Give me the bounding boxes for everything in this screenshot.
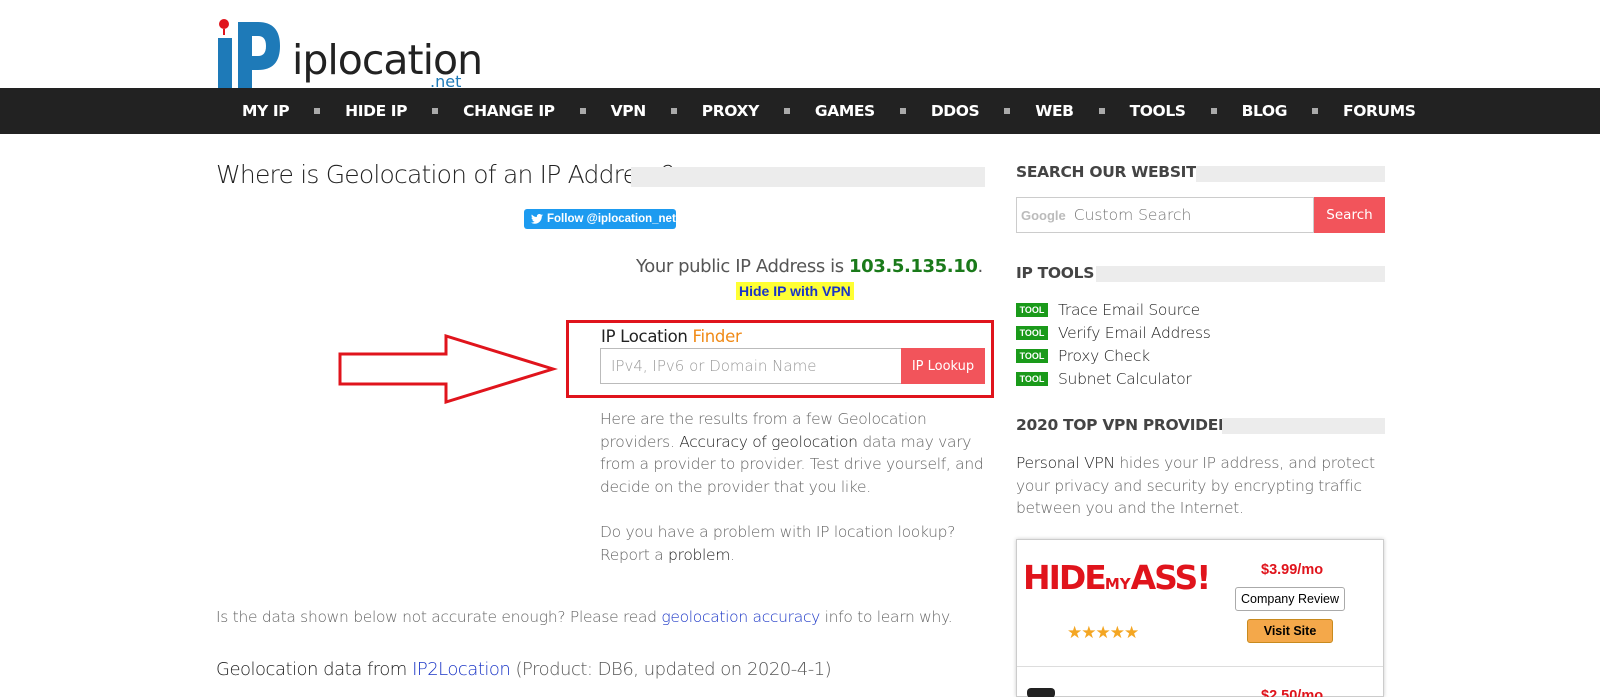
nav-change-ip[interactable]: CHANGE IP	[463, 102, 555, 120]
public-ip-value: 103.5.135.10	[849, 256, 978, 277]
vpn-providers-heading: 2020 TOP VPN PROVIDERS	[1016, 416, 1241, 434]
twitter-bird-icon	[531, 214, 543, 224]
problem-text-1: Do you have a problem with IP location l…	[600, 523, 956, 564]
nav-games[interactable]: GAMES	[815, 102, 875, 120]
tool-subnet-calculator-link[interactable]: Subnet Calculator	[1058, 370, 1192, 388]
main-navbar: MY IP HIDE IP CHANGE IP VPN PROXY GAMES …	[0, 88, 1600, 134]
nav-vpn[interactable]: VPN	[611, 102, 647, 120]
search-heading-bar	[1196, 166, 1385, 182]
personal-vpn-link[interactable]: Personal VPN	[1016, 454, 1115, 472]
nav-separator	[314, 108, 321, 114]
google-logo-icon: Google	[1021, 207, 1066, 223]
nav-separator	[899, 108, 906, 114]
tool-proxy-check-link[interactable]: Proxy Check	[1058, 347, 1150, 365]
public-ip-line: Your public IP Address is 103.5.135.10.	[636, 256, 983, 277]
problem-text-2: .	[730, 545, 735, 564]
ip-tools-heading: IP TOOLS	[1016, 264, 1095, 282]
report-problem-link[interactable]: problem	[668, 546, 730, 564]
ip-tools-heading-bar	[1096, 266, 1385, 282]
results-description: Here are the results from a few Geolocat…	[600, 408, 992, 499]
tool-trace-email-link[interactable]: Trace Email Source	[1058, 301, 1200, 319]
nav-separator	[1210, 108, 1217, 114]
geolocation-source-heading: Geolocation data from IP2Location (Produ…	[216, 659, 832, 680]
geolocation-accuracy-link[interactable]: geolocation accuracy	[661, 608, 820, 626]
nav-blog[interactable]: BLOG	[1242, 102, 1288, 120]
list-item: TOOL Subnet Calculator	[1016, 367, 1211, 390]
nav-separator	[1098, 108, 1105, 114]
ip2location-link[interactable]: IP2Location	[412, 659, 511, 680]
ip-lookup-input[interactable]	[600, 348, 902, 384]
list-item: TOOL Proxy Check	[1016, 344, 1211, 367]
nav-my-ip[interactable]: MY IP	[242, 102, 290, 120]
vpn-description: Personal VPN hides your IP address, and …	[1016, 452, 1386, 520]
hma-logo-part-3: ASS!	[1130, 558, 1212, 597]
tool-badge: TOOL	[1016, 302, 1048, 317]
nav-ddos[interactable]: DDOS	[931, 102, 980, 120]
nav-forums[interactable]: FORUMS	[1343, 102, 1416, 120]
accuracy-text-2: info to learn why.	[820, 608, 953, 626]
geo-text-2: (Product: DB6, updated on 2020-4-1)	[510, 659, 832, 680]
finder-label: IP Location Finder	[601, 327, 742, 346]
nav-tools[interactable]: TOOLS	[1130, 102, 1186, 120]
ip-logo-icon	[218, 19, 280, 88]
hidemyass-logo[interactable]: HIDEMYASS!	[1023, 558, 1212, 597]
geo-text-1: Geolocation data from	[216, 659, 413, 680]
hide-ip-vpn-link[interactable]: Hide IP with VPN	[736, 282, 854, 300]
company-review-button[interactable]: Company Review	[1235, 587, 1345, 611]
nav-separator	[670, 108, 677, 114]
vpn-heading-bar	[1222, 418, 1385, 434]
nav-separator	[432, 108, 439, 114]
nav-separator	[579, 108, 586, 114]
visit-site-button[interactable]: Visit Site	[1247, 619, 1333, 643]
nav-proxy[interactable]: PROXY	[702, 102, 760, 120]
card-divider	[1017, 666, 1383, 667]
tool-badge: TOOL	[1016, 325, 1048, 340]
accuracy-of-geolocation-link[interactable]: Accuracy of geolocation	[679, 433, 858, 451]
nav-separator	[1312, 108, 1319, 114]
page-title: Where is Geolocation of an IP Address?	[216, 160, 675, 189]
tool-list: TOOL Trace Email Source TOOL Verify Emai…	[1016, 298, 1211, 390]
search-heading: SEARCH OUR WEBSITE	[1016, 163, 1207, 181]
tool-badge: TOOL	[1016, 371, 1048, 386]
list-item: TOOL Trace Email Source	[1016, 298, 1211, 321]
public-ip-prefix: Your public IP Address is	[636, 256, 850, 277]
problem-description: Do you have a problem with IP location l…	[600, 521, 992, 566]
finder-label-accent: Finder	[692, 327, 742, 346]
site-logo[interactable]: iplocation .net	[218, 16, 483, 91]
tool-verify-email-link[interactable]: Verify Email Address	[1058, 324, 1211, 342]
tool-badge: TOOL	[1016, 348, 1048, 363]
vpn-provider-card: HIDEMYASS! ★★★★★ $3.99/mo Company Review…	[1016, 539, 1384, 697]
accuracy-note: Is the data shown below not accurate eno…	[216, 608, 953, 626]
finder-label-main: IP Location	[601, 327, 693, 346]
search-button[interactable]: Search	[1314, 197, 1385, 233]
search-input[interactable]	[1073, 206, 1304, 224]
rating-stars-icon: ★★★★★	[1067, 623, 1139, 642]
vpn-price: $3.99/mo	[1261, 562, 1324, 578]
public-ip-suffix: .	[977, 256, 983, 277]
follow-label: Follow @iplocation_net	[547, 213, 676, 225]
title-decor-bar	[631, 167, 985, 187]
second-provider-logo-icon[interactable]	[1027, 688, 1055, 697]
ip-lookup-button[interactable]: IP Lookup	[901, 348, 985, 384]
search-box: Google	[1016, 197, 1314, 233]
nav-separator	[783, 108, 790, 114]
accuracy-text-1: Is the data shown below not accurate eno…	[216, 608, 662, 626]
nav-web[interactable]: WEB	[1035, 102, 1074, 120]
hma-logo-part-2: MY	[1104, 575, 1131, 593]
nav-separator	[1004, 108, 1011, 114]
nav-items: MY IP HIDE IP CHANGE IP VPN PROXY GAMES …	[242, 88, 1416, 134]
nav-hide-ip[interactable]: HIDE IP	[345, 102, 407, 120]
red-arrow-icon	[338, 334, 558, 404]
list-item: TOOL Verify Email Address	[1016, 321, 1211, 344]
vpn-price-2: $2.50/mo	[1261, 688, 1324, 697]
hma-logo-part-1: HIDE	[1023, 558, 1107, 597]
twitter-follow-button[interactable]: Follow @iplocation_net	[524, 209, 676, 229]
